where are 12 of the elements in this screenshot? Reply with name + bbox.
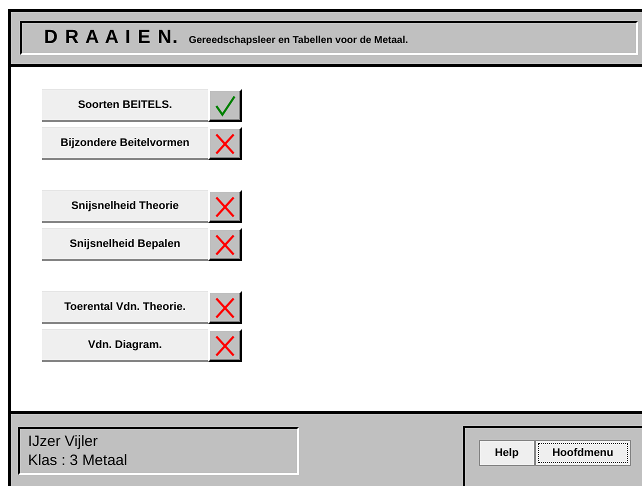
class-label: Klas : 3 Metaal: [28, 451, 128, 470]
topic-button[interactable]: Soorten BEITELS.: [42, 89, 208, 122]
topic-button[interactable]: Bijzondere Beitelvormen: [42, 127, 208, 160]
topic-button[interactable]: Snijsnelheid Bepalen: [42, 228, 208, 261]
app-title: D R A A I E N.: [44, 27, 179, 49]
topic-button[interactable]: Toerental Vdn. Theorie.: [42, 291, 208, 324]
nav-button[interactable]: Help: [478, 440, 535, 466]
topic-button[interactable]: Snijsnelheid Theorie: [42, 190, 208, 223]
nav-button[interactable]: Hoofdmenu: [534, 440, 631, 466]
topic-button[interactable]: Vdn. Diagram.: [42, 329, 208, 362]
user-name: IJzer Vijler: [28, 432, 99, 451]
app-subtitle: Gereedschapsleer en Tabellen voor de Metaal.: [188, 35, 408, 46]
